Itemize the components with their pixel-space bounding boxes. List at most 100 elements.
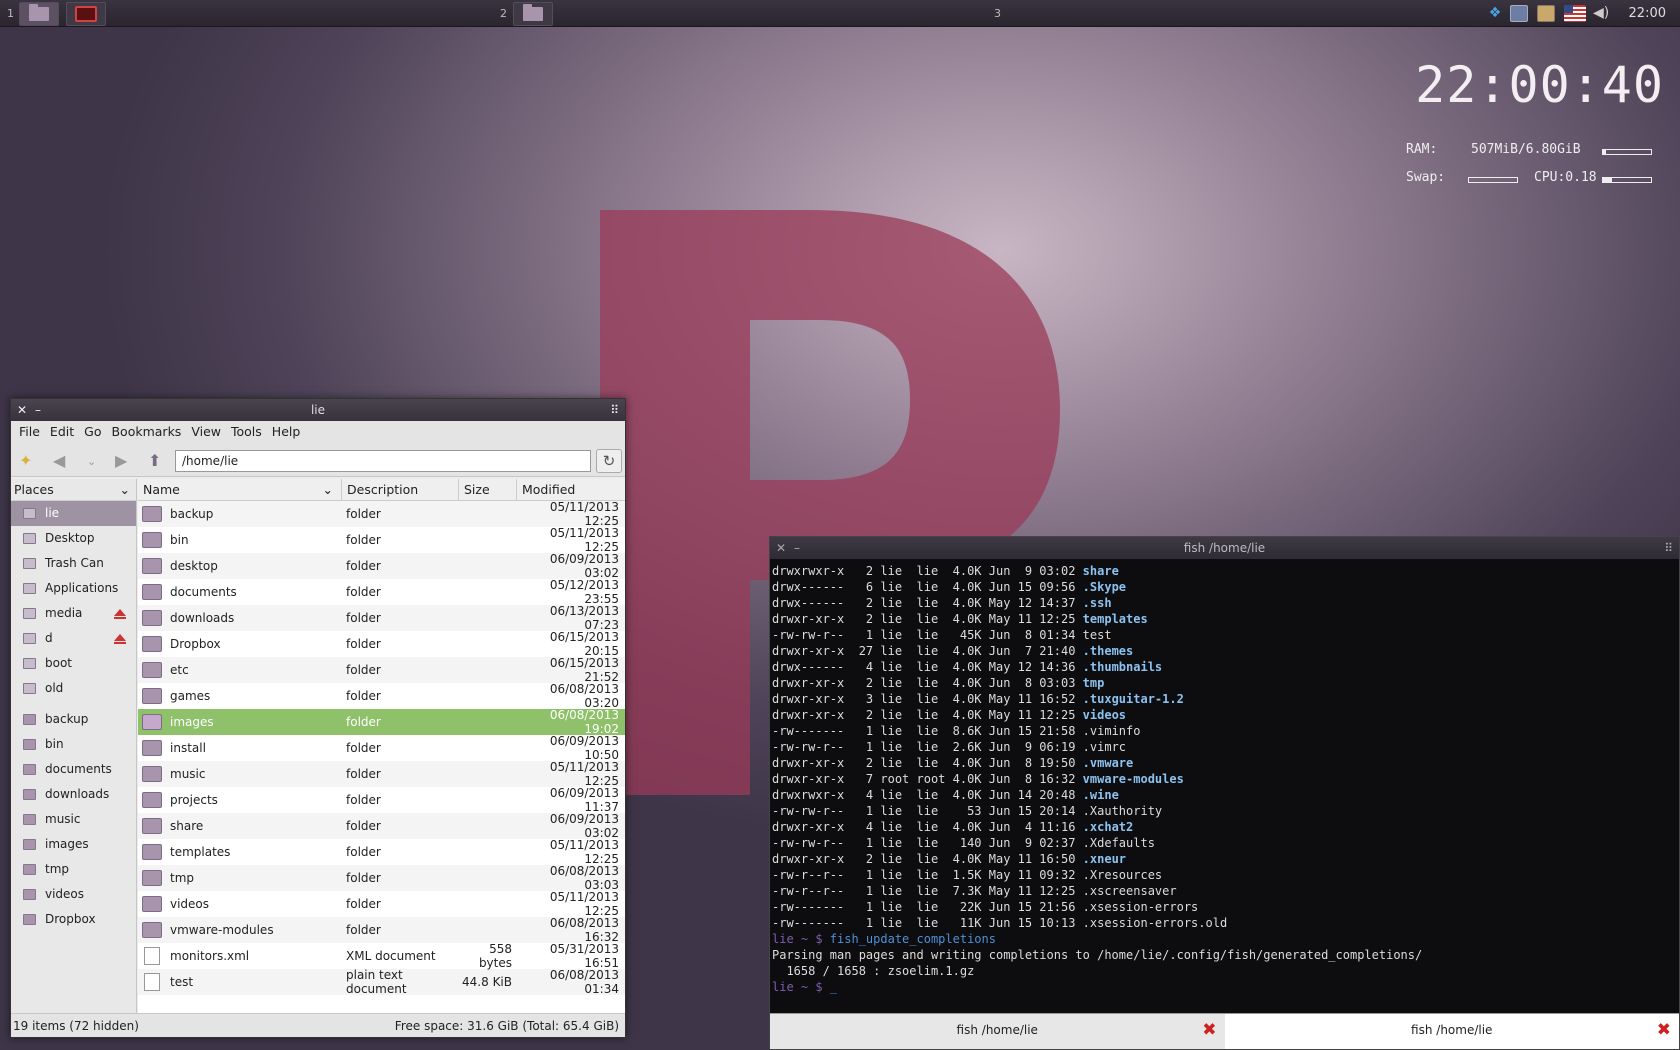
terminal-line: drwxr-xr-x 4 lie lie 4.0K Jun 4 11:16 .x… xyxy=(772,819,1672,835)
table-row[interactable]: test plain text document 44.8 KiB 06/08/201… xyxy=(138,968,625,996)
place-item-old[interactable]: old xyxy=(11,676,136,701)
file-manager-titlebar[interactable]: ✕ – lie ⠿ xyxy=(11,399,625,421)
close-tab-icon[interactable]: ✖ xyxy=(1657,1022,1671,1039)
terminal-line: drwxr-xr-x 2 lie lie 4.0K May 11 12:25 t… xyxy=(772,611,1672,627)
taskbar-terminal[interactable] xyxy=(66,2,106,26)
table-row[interactable]: etc folder 06/15/2013 21:52 xyxy=(138,656,625,684)
taskbar-file-manager-2[interactable] xyxy=(513,2,553,26)
forward-icon[interactable]: ▶ xyxy=(115,451,127,470)
sort-chevron-down-icon[interactable]: ⌄ xyxy=(323,479,333,501)
bookmark-item-documents[interactable]: documents xyxy=(11,757,136,782)
place-item-d[interactable]: d xyxy=(11,626,136,651)
bookmark-item-dropbox[interactable]: Dropbox xyxy=(11,907,136,932)
bookmark-item-downloads[interactable]: downloads xyxy=(11,782,136,807)
menu-edit[interactable]: Edit xyxy=(48,421,82,443)
file-list: Name ⌄ Description Size Modified backup fo… xyxy=(138,479,625,1013)
network-icon[interactable] xyxy=(1510,5,1528,22)
terminal-output[interactable]: drwxrwxr-x 2 lie lie 4.0K Jun 9 03:02 sh… xyxy=(772,563,1672,994)
workspace-1-label[interactable]: 1 xyxy=(7,7,14,20)
menu-view[interactable]: View xyxy=(189,421,229,443)
column-name[interactable]: Name ⌄ xyxy=(138,479,342,500)
chevron-down-icon[interactable]: ⌄ xyxy=(120,479,130,501)
table-row[interactable]: Dropbox folder 06/15/2013 20:15 xyxy=(138,630,625,658)
place-icon xyxy=(23,608,36,619)
table-row[interactable]: videos folder 05/11/2013 12:25 xyxy=(138,890,625,918)
ram-bar xyxy=(1602,149,1652,155)
terminal-titlebar[interactable]: ✕ – fish /home/lie ⠿ xyxy=(770,537,1679,559)
name-cell: bin xyxy=(138,532,342,548)
place-item-desktop[interactable]: Desktop xyxy=(11,526,136,551)
bookmark-item-backup[interactable]: backup xyxy=(11,707,136,732)
workspace-2-label[interactable]: 2 xyxy=(500,7,507,20)
places-header[interactable]: Places ⌄ xyxy=(11,479,136,501)
table-row[interactable]: monitors.xml XML document 558 bytes 05/31/2… xyxy=(138,942,625,970)
table-row[interactable]: bin folder 05/11/2013 12:25 xyxy=(138,526,625,554)
us-flag-icon[interactable] xyxy=(1564,5,1586,22)
terminal-tab-1[interactable]: fish /home/lie ✖ xyxy=(770,1014,1225,1049)
prompt: lie ~ $ xyxy=(772,932,830,946)
terminal-tab-2[interactable]: fish /home/lie ✖ xyxy=(1224,1014,1679,1049)
close-icon[interactable]: ✕ xyxy=(17,399,27,421)
close-tab-icon[interactable]: ✖ xyxy=(1202,1022,1216,1039)
volume-icon[interactable]: ◀) xyxy=(1593,5,1611,22)
close-icon[interactable]: ✕ xyxy=(776,537,786,559)
table-row[interactable]: projects folder 06/09/2013 11:37 xyxy=(138,786,625,814)
menu-bookmarks[interactable]: Bookmarks xyxy=(109,421,189,443)
place-item-trash-can[interactable]: Trash Can xyxy=(11,551,136,576)
workspace-3-label[interactable]: 3 xyxy=(994,7,1001,20)
column-modified[interactable]: Modified xyxy=(517,479,623,500)
bookmark-item-tmp[interactable]: tmp xyxy=(11,857,136,882)
dropbox-icon[interactable]: ❖ xyxy=(1486,5,1504,22)
column-size[interactable]: Size xyxy=(459,479,517,500)
reload-button[interactable]: ↻ xyxy=(596,449,622,473)
back-icon[interactable]: ◀ xyxy=(53,451,65,470)
file-description: folder xyxy=(346,533,381,547)
bookmark-item-music[interactable]: music xyxy=(11,807,136,832)
panel-clock[interactable]: 22:00 xyxy=(1629,6,1666,21)
table-row[interactable]: templates folder 05/11/2013 12:25 xyxy=(138,838,625,866)
folder-icon xyxy=(523,4,543,21)
menu-tools[interactable]: Tools xyxy=(229,421,270,443)
table-row[interactable]: documents folder 05/12/2013 23:55 xyxy=(138,578,625,606)
bookmark-item-videos[interactable]: videos xyxy=(11,882,136,907)
table-row[interactable]: vmware-modules folder 06/08/2013 16:32 xyxy=(138,916,625,944)
place-item-boot[interactable]: boot xyxy=(11,651,136,676)
table-row[interactable]: backup folder 05/11/2013 12:25 xyxy=(138,500,625,528)
ls-meta: -rw-r--r-- 1 lie lie 1.5K May 11 09:32 xyxy=(772,868,1083,882)
place-item-applications[interactable]: Applications xyxy=(11,576,136,601)
file-modified: 06/09/2013 11:37 xyxy=(549,786,619,814)
minimize-icon[interactable]: – xyxy=(35,399,41,421)
ls-meta: -rw-rw-r-- 1 lie lie 53 Jun 15 20:14 xyxy=(772,804,1083,818)
place-item-media[interactable]: media xyxy=(11,601,136,626)
bookmark-item-images[interactable]: images xyxy=(11,832,136,857)
terminal-line: drwxrwxr-x 2 lie lie 4.0K Jun 9 03:02 sh… xyxy=(772,563,1672,579)
menu-grip-icon[interactable]: ⠿ xyxy=(610,399,619,421)
taskbar-file-manager[interactable] xyxy=(19,2,59,26)
eject-icon[interactable] xyxy=(114,609,126,619)
address-bar[interactable]: /home/lie xyxy=(175,450,591,472)
column-description[interactable]: Description xyxy=(342,479,459,500)
menu-go[interactable]: Go xyxy=(82,421,109,443)
new-window-icon[interactable]: ✦ xyxy=(19,451,32,470)
table-row[interactable]: music folder 05/11/2013 12:25 xyxy=(138,760,625,788)
menu-file[interactable]: File xyxy=(17,421,48,443)
table-row[interactable]: desktop folder 06/09/2013 03:02 xyxy=(138,552,625,580)
minimize-icon[interactable]: – xyxy=(794,537,800,559)
menu-help[interactable]: Help xyxy=(270,421,309,443)
table-row[interactable]: games folder 06/08/2013 03:20 xyxy=(138,682,625,710)
table-row[interactable]: tmp folder 06/08/2013 03:03 xyxy=(138,864,625,892)
eject-icon[interactable] xyxy=(114,634,126,644)
table-row[interactable]: downloads folder 06/13/2013 07:23 xyxy=(138,604,625,632)
top-panel: 1 2 3 ❖ ◀) 22:00 xyxy=(0,0,1680,27)
table-row[interactable]: images folder 06/08/2013 19:02 xyxy=(138,708,625,736)
terminal-title: fish /home/lie xyxy=(1183,541,1266,555)
history-chevron-down-icon[interactable]: ⌄ xyxy=(87,455,96,468)
bookmark-item-bin[interactable]: bin xyxy=(11,732,136,757)
table-row[interactable]: install folder 06/09/2013 10:50 xyxy=(138,734,625,762)
place-item-lie[interactable]: lie xyxy=(11,501,136,526)
table-row[interactable]: share folder 06/09/2013 03:02 xyxy=(138,812,625,840)
clipboard-icon[interactable] xyxy=(1537,5,1555,22)
file-modified: 06/08/2013 03:03 xyxy=(549,864,619,892)
up-icon[interactable]: ⬆ xyxy=(148,451,161,470)
menu-grip-icon[interactable]: ⠿ xyxy=(1664,537,1673,559)
